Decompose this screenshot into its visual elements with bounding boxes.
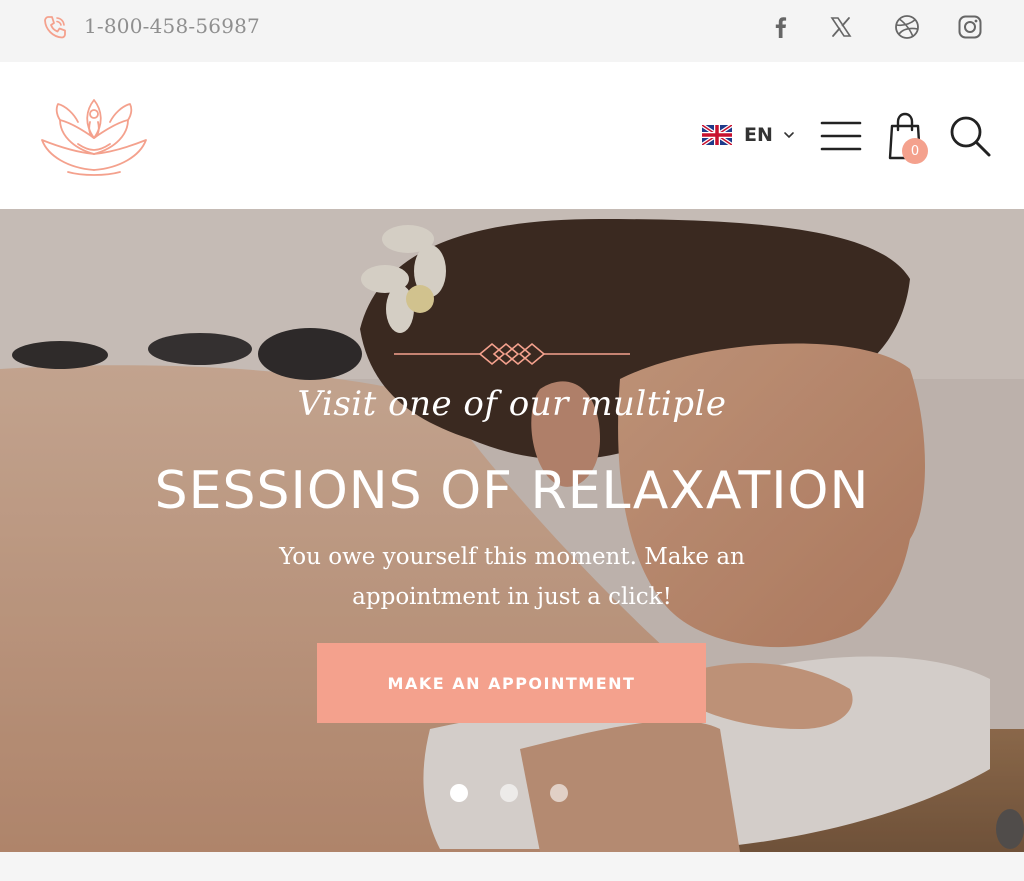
- site-header: EN 0: [0, 62, 1024, 209]
- uk-flag-icon: [702, 125, 732, 145]
- hero-slider: Visit one of our multiple SESSIONS OF RE…: [0, 209, 1024, 852]
- slider-dot-1[interactable]: [450, 784, 468, 802]
- hero-title: SESSIONS OF RELAXATION: [154, 461, 870, 521]
- facebook-icon[interactable]: [766, 12, 796, 42]
- next-section-strip: [0, 852, 1024, 881]
- lotus-logo[interactable]: [38, 92, 150, 184]
- instagram-icon[interactable]: [955, 12, 985, 42]
- hero-script-text: Visit one of our multiple: [297, 384, 727, 424]
- chevron-down-icon: [784, 132, 794, 139]
- ornament-divider-icon: [394, 342, 630, 366]
- language-selector[interactable]: EN: [702, 124, 795, 146]
- slider-dot-2[interactable]: [500, 784, 518, 802]
- slider-pagination: [450, 784, 568, 802]
- hero-subtitle: You owe yourself this moment. Make an ap…: [279, 544, 745, 610]
- cart-count-badge: 0: [902, 138, 928, 164]
- search-icon[interactable]: [948, 114, 992, 158]
- hamburger-menu-icon[interactable]: [820, 118, 862, 154]
- top-bar: 1-800-458-56987: [0, 0, 1024, 62]
- hero-overlay: [0, 209, 1024, 852]
- slider-dot-3[interactable]: [550, 784, 568, 802]
- phone-number[interactable]: 1-800-458-56987: [84, 14, 260, 38]
- x-twitter-icon[interactable]: [826, 12, 856, 42]
- phone-icon: [44, 16, 66, 39]
- language-code: EN: [744, 124, 773, 146]
- dribbble-icon[interactable]: [892, 12, 922, 42]
- make-appointment-button[interactable]: MAKE AN APPOINTMENT: [317, 643, 706, 723]
